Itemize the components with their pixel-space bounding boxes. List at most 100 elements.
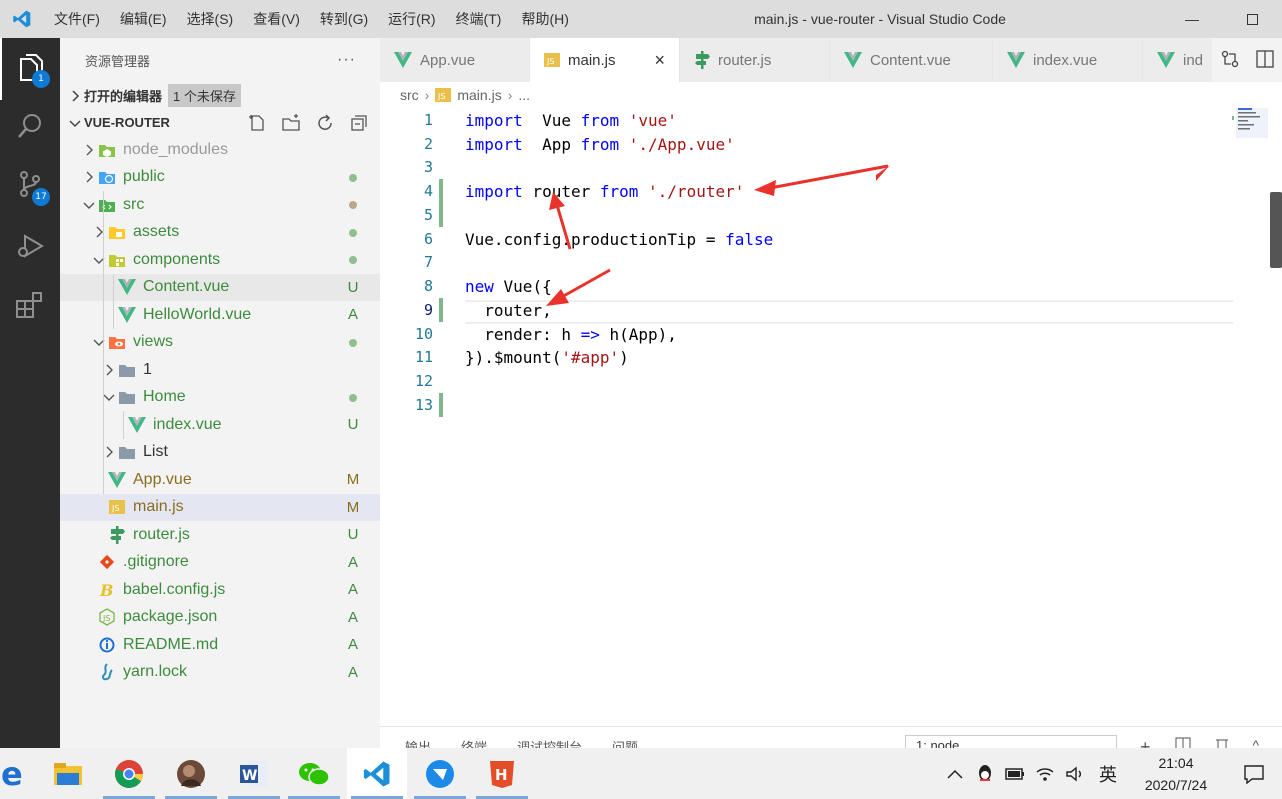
chevron-down-icon bbox=[90, 337, 108, 347]
file-explorer-taskbar-icon[interactable] bbox=[38, 748, 98, 799]
extensions-activity-button[interactable] bbox=[0, 278, 60, 332]
vertical-scrollbar[interactable] bbox=[1270, 192, 1282, 268]
wifi-icon[interactable] bbox=[1030, 748, 1060, 799]
chrome-taskbar-icon[interactable] bbox=[99, 748, 159, 799]
terminal-select[interactable]: 1: node bbox=[905, 735, 1117, 748]
tree-item[interactable]: .gitignore A bbox=[60, 549, 380, 577]
code-text: render: h => h(App), bbox=[465, 325, 677, 344]
code-token: import bbox=[465, 181, 523, 201]
tree-item[interactable]: index.vue U bbox=[60, 411, 380, 439]
line-number: 13 bbox=[414, 396, 433, 414]
search-activity-button[interactable] bbox=[0, 100, 60, 154]
tree-item[interactable]: Content.vue U bbox=[60, 273, 380, 301]
compare-changes-icon[interactable] bbox=[1221, 50, 1239, 71]
breadcrumb-folder[interactable]: src bbox=[400, 87, 419, 103]
yarn-file-icon bbox=[98, 663, 116, 681]
split-editor-icon[interactable] bbox=[1255, 49, 1274, 71]
more-actions-icon[interactable]: ··· bbox=[337, 51, 356, 69]
project-section[interactable]: VUE-ROUTER bbox=[60, 109, 380, 136]
add-terminal-icon[interactable]: + bbox=[1140, 737, 1151, 748]
tree-item[interactable]: List bbox=[60, 439, 380, 467]
photo-app-taskbar-icon[interactable] bbox=[161, 748, 221, 799]
source-control-activity-button[interactable]: 17 bbox=[0, 154, 60, 216]
tree-item[interactable]: components bbox=[60, 246, 380, 274]
collapse-all-icon[interactable] bbox=[346, 112, 372, 134]
kill-terminal-icon[interactable] bbox=[1215, 737, 1229, 748]
clock[interactable]: 21:04 2020/7/24 bbox=[1126, 752, 1226, 796]
tree-item[interactable]: node_modules bbox=[60, 136, 380, 164]
code-editor[interactable]: 1 import Vue from 'vue' 2 import App from '… bbox=[380, 108, 1282, 726]
split-terminal-icon[interactable] bbox=[1175, 737, 1191, 748]
minimize-icon[interactable]: — bbox=[1162, 0, 1222, 38]
editor-tab[interactable]: index.vue bbox=[993, 38, 1143, 82]
battery-icon[interactable] bbox=[1000, 748, 1030, 799]
word-taskbar-icon[interactable]: W bbox=[224, 748, 284, 799]
tab-label: App.vue bbox=[420, 51, 476, 69]
tree-item[interactable]: HelloWorld.vue A bbox=[60, 301, 380, 329]
open-editors-label: 打开的编辑器 bbox=[84, 89, 163, 104]
tree-item[interactable]: JS package.json A bbox=[60, 604, 380, 632]
tree-item[interactable]: yarn.lock A bbox=[60, 659, 380, 687]
tree-item[interactable]: JS main.js M bbox=[60, 493, 380, 521]
qq-icon[interactable] bbox=[970, 748, 1000, 799]
tree-item[interactable]: Home bbox=[60, 384, 380, 412]
new-folder-icon[interactable] bbox=[278, 112, 304, 134]
vscode-logo-icon[interactable] bbox=[0, 0, 44, 38]
refresh-icon[interactable] bbox=[312, 112, 338, 134]
tree-item[interactable]: 1 bbox=[60, 356, 380, 384]
tree-item-label: List bbox=[143, 443, 168, 461]
close-tab-icon[interactable]: × bbox=[654, 50, 665, 71]
menu-item[interactable]: 编辑(E) bbox=[110, 0, 177, 38]
breadcrumb-file[interactable]: main.js bbox=[457, 87, 501, 103]
menu-item[interactable]: 查看(V) bbox=[243, 0, 310, 38]
run-debug-activity-button[interactable] bbox=[0, 216, 60, 278]
menu-item[interactable]: 文件(F) bbox=[44, 0, 110, 38]
tree-item[interactable]: App.vue M bbox=[60, 466, 380, 494]
folder-icon bbox=[118, 443, 136, 461]
tree-item[interactable]: README.md A bbox=[60, 631, 380, 659]
tree-item[interactable]: router.js U bbox=[60, 521, 380, 549]
menu-item[interactable]: 帮助(H) bbox=[511, 0, 578, 38]
menu-item[interactable]: 运行(R) bbox=[378, 0, 445, 38]
breadcrumb-symbols[interactable]: ... bbox=[518, 87, 530, 103]
tree-item[interactable]: src bbox=[60, 191, 380, 219]
menu-item[interactable]: 终端(T) bbox=[446, 0, 512, 38]
git-file-icon bbox=[98, 553, 116, 571]
tree-item[interactable]: Bbabel.config.js A bbox=[60, 576, 380, 604]
menu-item[interactable]: 转到(G) bbox=[310, 0, 378, 38]
editor-tab[interactable]: JS main.js × bbox=[530, 38, 680, 82]
maximize-panel-icon[interactable]: ^ bbox=[1253, 737, 1260, 748]
line-number: 8 bbox=[423, 277, 433, 295]
tree-item[interactable]: assets bbox=[60, 219, 380, 247]
panel-tab[interactable]: 输出 bbox=[405, 737, 431, 748]
feishu-taskbar-icon[interactable] bbox=[410, 748, 470, 799]
tree-item[interactable]: views bbox=[60, 329, 380, 357]
editor-tab[interactable]: router.js bbox=[680, 38, 830, 82]
maximize-icon[interactable] bbox=[1222, 0, 1282, 38]
editor-tab[interactable]: ind bbox=[1143, 38, 1213, 82]
wechat-taskbar-icon[interactable] bbox=[284, 748, 344, 799]
git-status-dot bbox=[346, 389, 360, 406]
panel-tab[interactable]: 问题 bbox=[612, 737, 638, 748]
new-file-icon[interactable] bbox=[244, 112, 270, 134]
explorer-activity-button[interactable]: 1 bbox=[0, 38, 60, 100]
tree-item-label: Content.vue bbox=[143, 278, 230, 296]
editor-tab[interactable]: App.vue bbox=[380, 38, 530, 82]
ime-indicator[interactable]: 英 bbox=[1090, 748, 1126, 799]
hbuilder-taskbar-icon[interactable]: H bbox=[472, 748, 532, 799]
volume-icon[interactable] bbox=[1060, 748, 1090, 799]
notifications-icon[interactable] bbox=[1226, 748, 1282, 799]
vscode-taskbar-icon[interactable] bbox=[347, 748, 407, 799]
editor-tab[interactable]: Content.vue bbox=[830, 38, 993, 82]
tree-item[interactable]: public bbox=[60, 164, 380, 192]
open-editors-section[interactable]: 打开的编辑器 1 个未保存 bbox=[60, 82, 380, 109]
panel-tab[interactable]: 终端 bbox=[461, 737, 487, 748]
system-tray: 英 21:04 2020/7/24 bbox=[940, 748, 1282, 799]
folder-icon bbox=[118, 388, 136, 406]
chevron-up-icon[interactable] bbox=[940, 748, 970, 799]
panel-tab[interactable]: 调试控制台 bbox=[517, 737, 582, 748]
tree-item-label: .gitignore bbox=[123, 553, 189, 571]
menu-item[interactable]: 选择(S) bbox=[177, 0, 244, 38]
code-token: render: h bbox=[465, 324, 581, 344]
